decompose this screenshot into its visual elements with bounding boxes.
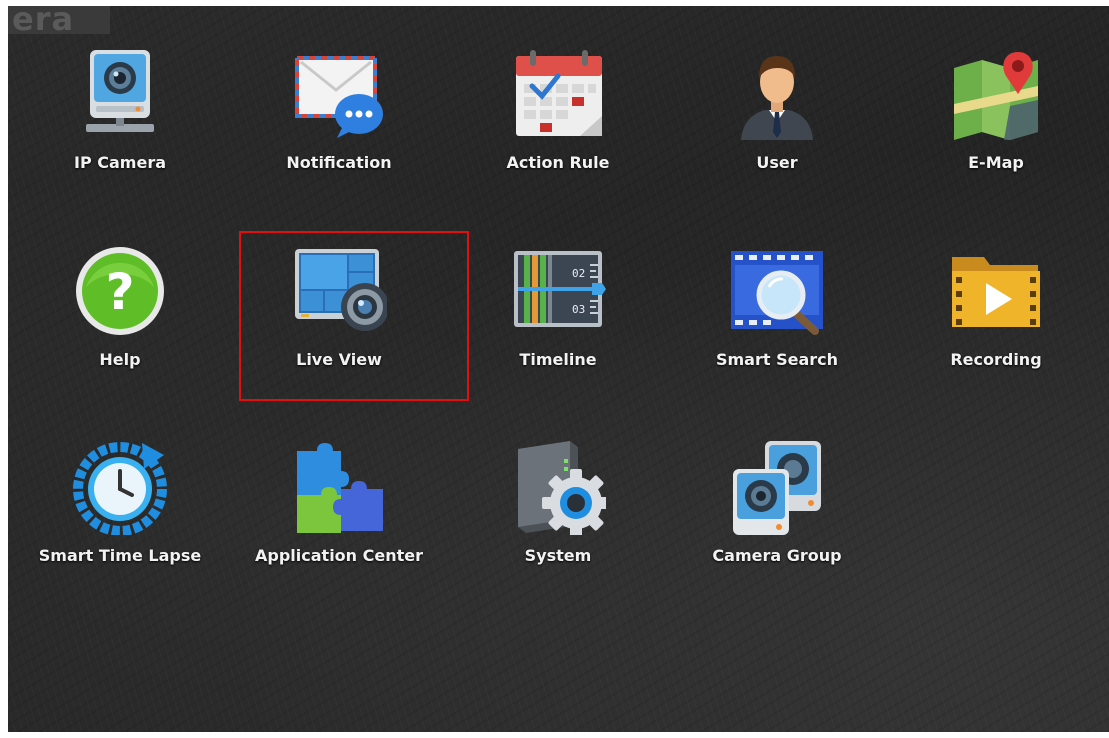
app-label: Recording: [950, 350, 1042, 369]
system-gear-icon: [510, 439, 606, 535]
notification-icon: [291, 46, 387, 142]
app-label: System: [524, 546, 592, 565]
search-icon: [729, 243, 825, 339]
recording-icon: [948, 243, 1044, 339]
app-label: Smart Time Lapse: [38, 546, 202, 565]
camera-group-icon: [729, 439, 825, 535]
app-label: E-Map: [968, 153, 1024, 172]
app-camera-group[interactable]: Camera Group: [687, 439, 867, 609]
desktop: era IP Camera Notification Action Rule U…: [8, 6, 1109, 732]
app-timeline[interactable]: 02 03 Timeline: [468, 243, 648, 413]
timeline-icon: 02 03: [510, 243, 606, 339]
brand-text: era: [8, 6, 110, 34]
selection-highlight: [239, 231, 469, 401]
app-smart-time-lapse[interactable]: Smart Time Lapse: [30, 439, 210, 609]
timeline-mark: 03: [572, 303, 585, 316]
app-e-map[interactable]: E-Map: [906, 46, 1086, 216]
app-label: User: [756, 153, 798, 172]
app-label: Help: [99, 350, 141, 369]
svg-text:?: ?: [105, 263, 134, 321]
puzzle-icon: [291, 439, 387, 535]
user-icon: [729, 46, 825, 142]
app-smart-search[interactable]: Smart Search: [687, 243, 867, 413]
app-action-rule[interactable]: Action Rule: [468, 46, 648, 216]
app-label: Smart Search: [715, 350, 839, 369]
app-user[interactable]: User: [687, 46, 867, 216]
help-icon: ?: [72, 243, 168, 339]
app-recording[interactable]: Recording: [906, 243, 1086, 413]
ip-camera-icon: [72, 46, 168, 142]
app-system[interactable]: System: [468, 439, 648, 609]
app-application-center[interactable]: Application Center: [249, 439, 429, 609]
app-ip-camera[interactable]: IP Camera: [30, 46, 210, 216]
timeline-mark: 02: [572, 267, 585, 280]
app-label: Timeline: [519, 350, 597, 369]
app-help[interactable]: ? Help: [30, 243, 210, 413]
app-notification[interactable]: Notification: [249, 46, 429, 216]
time-lapse-icon: [72, 439, 168, 535]
app-label: Notification: [286, 153, 392, 172]
app-label: IP Camera: [74, 153, 166, 172]
app-label: Action Rule: [506, 153, 610, 172]
app-label: Application Center: [255, 546, 423, 565]
app-label: Camera Group: [712, 546, 842, 565]
calendar-icon: [510, 46, 606, 142]
map-icon: [948, 46, 1044, 142]
